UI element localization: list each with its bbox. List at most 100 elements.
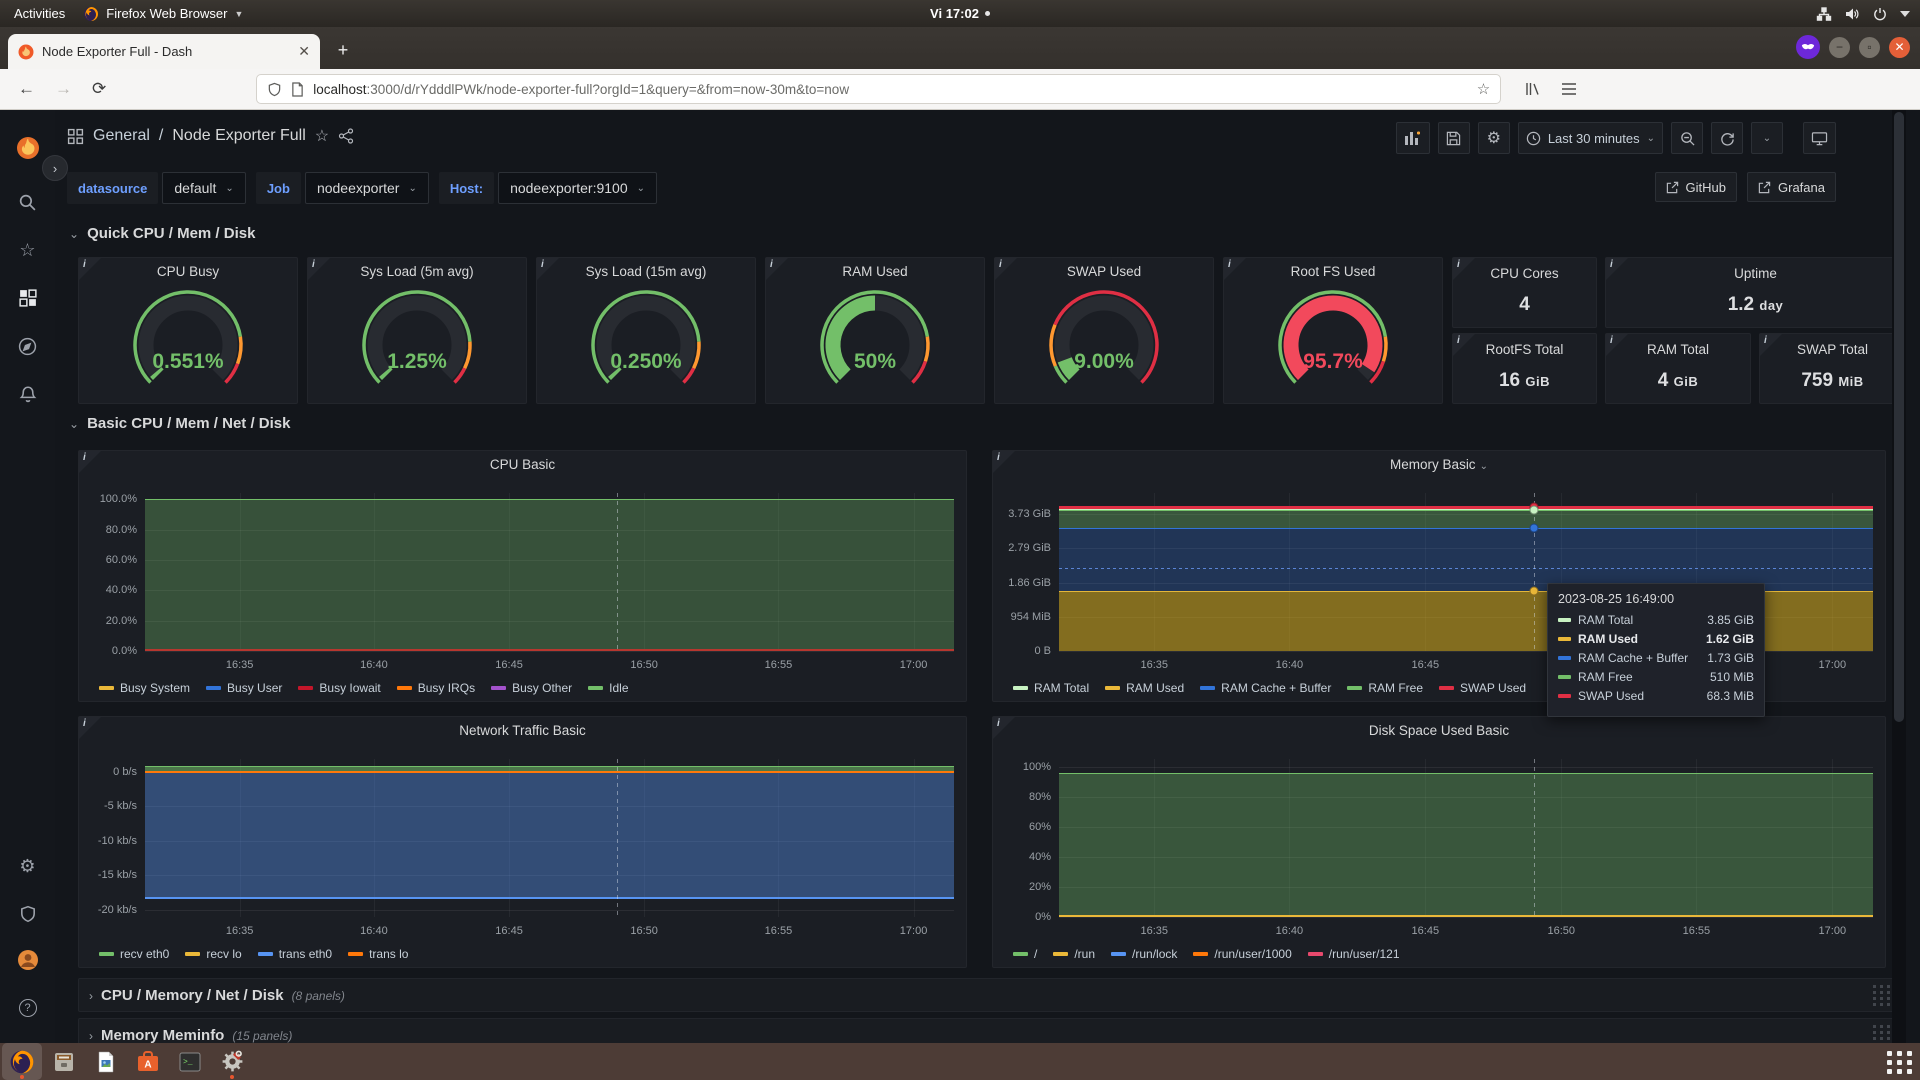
legend-item[interactable]: Busy User (206, 681, 282, 695)
chart-panel-cpu-basic[interactable]: iCPU Basic0.0%20.0%40.0%60.0%80.0%100.0%… (78, 450, 967, 702)
stat-panel-rootfs-total[interactable]: iRootFS Total16 GiB (1452, 333, 1597, 404)
stat-panel-uptime[interactable]: iUptime1.2 day (1605, 257, 1906, 328)
breadcrumb-folder[interactable]: General (93, 127, 150, 145)
section-basic[interactable]: ⌄ Basic CPU / Mem / Net / Disk (69, 415, 290, 432)
window-minimize-button[interactable]: − (1829, 37, 1850, 58)
legend-item[interactable]: /run/user/121 (1308, 947, 1400, 961)
library-icon[interactable] (1525, 81, 1541, 97)
hamburger-menu-icon[interactable] (1561, 82, 1577, 96)
legend-item[interactable]: RAM Used (1105, 681, 1184, 695)
variable-value-dropdown[interactable]: default⌄ (162, 172, 245, 204)
legend-item[interactable]: RAM Free (1347, 681, 1423, 695)
chart-plot-area[interactable] (145, 493, 954, 651)
collapsed-row-1[interactable]: › CPU / Memory / Net / Disk (8 panels) (78, 978, 1906, 1012)
legend-item[interactable]: Busy System (99, 681, 190, 695)
save-dashboard-button[interactable] (1438, 122, 1470, 154)
taskbar-icon-ubuntu-software[interactable]: A (128, 1043, 168, 1080)
legend-item[interactable]: Busy IRQs (397, 681, 475, 695)
activities-button[interactable]: Activities (14, 6, 65, 21)
page-info-icon[interactable] (291, 82, 304, 97)
cycle-view-button[interactable] (1803, 122, 1836, 154)
legend-item[interactable]: Busy Iowait (298, 681, 380, 695)
show-applications-icon[interactable] (1886, 1048, 1914, 1076)
sidebar-item-alerting[interactable] (0, 374, 55, 414)
taskbar-icon-tweaks[interactable] (212, 1043, 252, 1080)
section-quick[interactable]: ⌄ Quick CPU / Mem / Disk (69, 225, 255, 242)
chart-panel-disk-basic[interactable]: iDisk Space Used Basic0%20%40%60%80%100%… (992, 716, 1886, 968)
taskbar-icon-firefox[interactable] (2, 1043, 42, 1080)
sidebar-item-server-admin[interactable] (0, 894, 55, 934)
shield-icon[interactable] (267, 82, 282, 97)
sidebar-item-configuration[interactable]: ⚙ (0, 846, 55, 886)
time-range-picker[interactable]: Last 30 minutes⌄ (1518, 122, 1663, 154)
window-close-button[interactable]: ✕ (1889, 37, 1910, 58)
favorite-star-icon[interactable]: ☆ (315, 126, 329, 146)
share-icon[interactable] (338, 128, 354, 144)
bookmark-star-icon[interactable]: ☆ (1477, 80, 1490, 98)
taskbar-icon-terminal[interactable]: >_ (170, 1043, 210, 1080)
zoom-out-button[interactable] (1671, 122, 1703, 154)
link-button-grafana[interactable]: Grafana (1747, 172, 1836, 202)
clock[interactable]: Vi 17:02 (930, 6, 990, 21)
legend-item[interactable]: / (1013, 947, 1037, 961)
stat-panel-swap-total[interactable]: iSWAP Total759 MiB (1759, 333, 1906, 404)
sidebar-item-search[interactable] (0, 182, 55, 222)
link-button-github[interactable]: GitHub (1655, 172, 1737, 202)
legend-item[interactable]: /run (1053, 947, 1095, 961)
gauge-panel-ram-used[interactable]: iRAM Used 50% (765, 257, 985, 404)
sidebar-item-explore[interactable] (0, 326, 55, 366)
collapsed-row-2[interactable]: › Memory Meminfo (15 panels) (78, 1018, 1906, 1043)
chart-plot-area[interactable] (1059, 759, 1873, 917)
legend-item[interactable]: /run/lock (1111, 947, 1177, 961)
new-tab-button[interactable]: + (330, 38, 356, 64)
legend-item[interactable]: SWAP Used (1439, 681, 1526, 695)
sidebar-item-dashboards[interactable] (0, 278, 55, 318)
sidenav-expand-button[interactable]: › (42, 155, 68, 181)
chart-panel-network-basic[interactable]: iNetwork Traffic Basic0 b/s-5 kb/s-10 kb… (78, 716, 967, 968)
dashboard-settings-button[interactable]: ⚙ (1478, 122, 1510, 154)
reload-button[interactable]: ⟳ (92, 79, 106, 99)
sidebar-item-help[interactable]: ? (0, 988, 55, 1028)
row-drag-handle[interactable] (1873, 985, 1891, 1006)
browser-tab[interactable]: Node Exporter Full - Dash ✕ (8, 34, 320, 69)
add-panel-button[interactable] (1396, 122, 1430, 154)
page-scrollbar[interactable] (1892, 110, 1906, 1043)
stat-panel-cpu-cores[interactable]: iCPU Cores4 (1452, 257, 1597, 328)
legend-item[interactable]: RAM Total (1013, 681, 1089, 695)
gauge-panel-cpu-busy[interactable]: iCPU Busy 0.551% (78, 257, 298, 404)
system-menu-caret[interactable] (1900, 11, 1910, 17)
stat-panel-ram-total[interactable]: iRAM Total4 GiB (1605, 333, 1751, 404)
variable-value-dropdown[interactable]: nodeexporter⌄ (305, 172, 429, 204)
legend-item[interactable]: Idle (588, 681, 628, 695)
refresh-button[interactable] (1711, 122, 1743, 154)
legend-item[interactable]: trans eth0 (258, 947, 332, 961)
legend-item[interactable]: Busy Other (491, 681, 572, 695)
legend-item[interactable]: /run/user/1000 (1193, 947, 1291, 961)
taskbar-icon-libreoffice[interactable] (86, 1043, 126, 1080)
extension-badge-icon[interactable] (1796, 35, 1820, 59)
url-bar[interactable]: localhost:3000/d/rYdddlPWk/node-exporter… (256, 74, 1501, 104)
legend-item[interactable]: recv eth0 (99, 947, 169, 961)
gauge-panel-root-fs-used[interactable]: iRoot FS Used 95.7% (1223, 257, 1443, 404)
url-text[interactable]: localhost:3000/d/rYdddlPWk/node-exporter… (313, 82, 1468, 97)
chart-panel-memory-basic[interactable]: iMemory Basic⌄0 B954 MiB1.86 GiB2.79 GiB… (992, 450, 1886, 702)
legend-item[interactable]: RAM Cache + Buffer (1200, 681, 1331, 695)
variable-value-dropdown[interactable]: nodeexporter:9100⌄ (498, 172, 657, 204)
chart-plot-area[interactable] (145, 759, 954, 917)
gauge-panel-swap-used[interactable]: iSWAP Used 9.00% (994, 257, 1214, 404)
sidebar-item-user-avatar[interactable] (0, 940, 55, 980)
window-maximize-button[interactable]: ▫ (1859, 37, 1880, 58)
row-drag-handle[interactable] (1873, 1025, 1891, 1044)
forward-button[interactable]: → (55, 79, 72, 99)
back-button[interactable]: ← (18, 79, 35, 99)
gauge-panel-sys-load-15m-avg-[interactable]: iSys Load (15m avg) 0.250% (536, 257, 756, 404)
tab-close-icon[interactable]: ✕ (298, 43, 310, 60)
legend-item[interactable]: trans lo (348, 947, 408, 961)
app-menu[interactable]: Firefox Web Browser ▼ (83, 6, 243, 22)
refresh-interval-dropdown[interactable]: ⌄ (1751, 122, 1783, 154)
sidebar-item-starred[interactable]: ☆ (0, 230, 55, 270)
taskbar-icon-files[interactable] (44, 1043, 84, 1080)
gauge-panel-sys-load-5m-avg-[interactable]: iSys Load (5m avg) 1.25% (307, 257, 527, 404)
legend-item[interactable]: recv lo (185, 947, 241, 961)
dashboard-title[interactable]: Node Exporter Full (172, 127, 305, 145)
